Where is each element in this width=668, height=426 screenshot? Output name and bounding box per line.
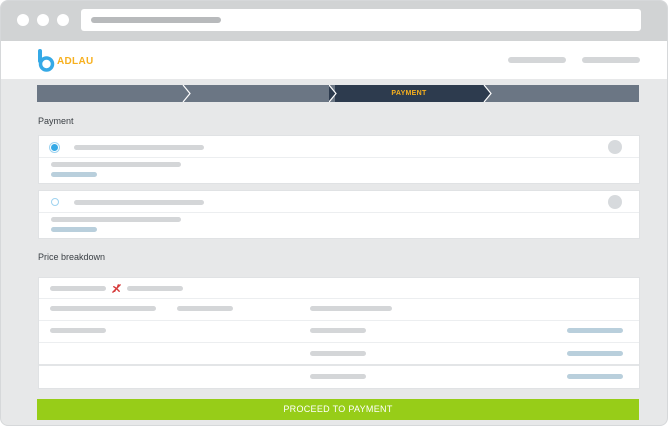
browser-chrome — [1, 1, 667, 41]
window-minimize-dot[interactable] — [37, 14, 49, 26]
breakdown-item-detail — [310, 328, 366, 333]
browser-window: ADLAU PAYMENT Payment Price breakdown PR… — [0, 0, 668, 426]
url-placeholder — [91, 17, 221, 23]
checkout-progress: PAYMENT — [37, 85, 639, 102]
price-breakdown-title: Price breakdown — [38, 252, 106, 262]
breakdown-item-detail — [310, 351, 366, 356]
breakdown-item-amount — [567, 328, 623, 333]
header-nav-link[interactable] — [508, 57, 566, 63]
payment-option-link[interactable] — [51, 227, 97, 232]
site-header — [1, 41, 667, 79]
payment-option-radio[interactable] — [51, 144, 58, 151]
payment-method-logo-icon — [608, 140, 622, 154]
step-separator-icon — [481, 85, 492, 102]
payment-section-title: Payment — [38, 116, 74, 126]
proceed-to-payment-button[interactable]: PROCEED TO PAYMENT — [37, 399, 639, 420]
payment-option-description — [51, 162, 181, 167]
route-destination — [127, 286, 183, 291]
step-separator-icon — [182, 85, 191, 102]
step-separator-icon — [329, 85, 337, 102]
breakdown-header-cell — [50, 306, 156, 311]
breakdown-header-cell — [310, 306, 392, 311]
address-bar[interactable] — [81, 9, 641, 31]
route-origin — [50, 286, 106, 291]
card-divider — [39, 212, 639, 213]
payment-option-title — [74, 145, 204, 150]
breakdown-header-cell — [177, 306, 233, 311]
price-breakdown-card — [38, 277, 640, 389]
payment-option-title — [74, 200, 204, 205]
breakdown-item-detail — [310, 374, 366, 379]
progress-step-payment: PAYMENT — [335, 85, 483, 102]
payment-option-card[interactable] — [38, 135, 640, 184]
breakdown-item-amount — [567, 351, 623, 356]
brand-logo-icon[interactable] — [37, 48, 55, 72]
brand-name: ADLAU — [57, 56, 94, 67]
payment-option-radio[interactable] — [51, 198, 59, 206]
table-divider — [39, 320, 639, 321]
payment-method-logo-icon — [608, 195, 622, 209]
breakdown-item-label — [50, 328, 106, 333]
card-divider — [39, 157, 639, 158]
payment-option-description — [51, 217, 181, 222]
header-nav-link[interactable] — [582, 57, 640, 63]
payment-option-link[interactable] — [51, 172, 97, 177]
payment-option-card[interactable] — [38, 190, 640, 239]
progress-step-label: PAYMENT — [391, 90, 427, 97]
card-divider — [39, 298, 639, 299]
plane-icon — [112, 284, 121, 293]
table-divider — [39, 364, 639, 366]
breakdown-total-amount — [567, 374, 623, 379]
table-divider — [39, 342, 639, 343]
window-close-dot[interactable] — [17, 14, 29, 26]
window-maximize-dot[interactable] — [57, 14, 69, 26]
